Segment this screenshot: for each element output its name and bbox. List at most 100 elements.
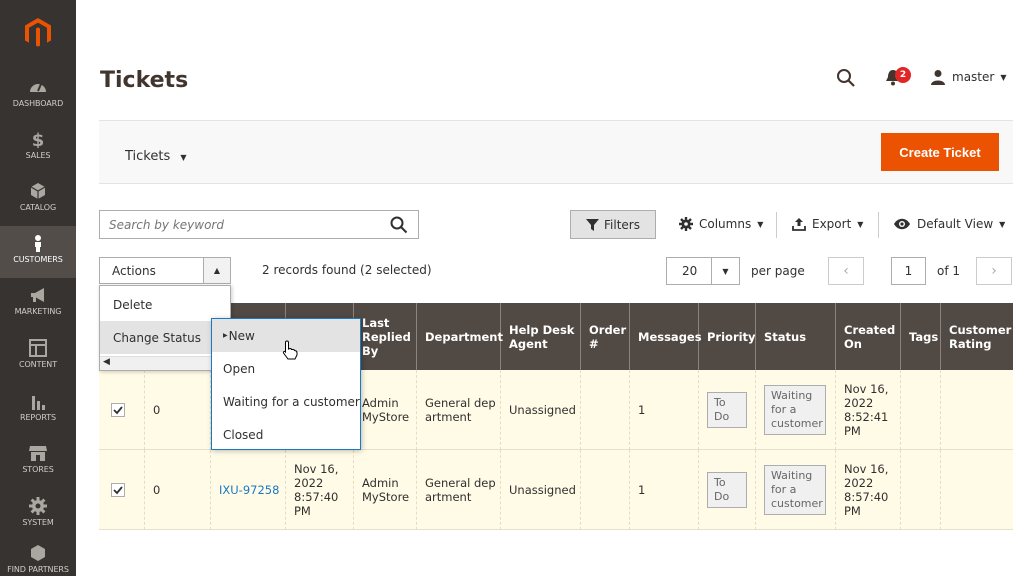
view-dropdown[interactable]: Default View ▼ (893, 217, 1005, 231)
chevron-left-icon: ‹ (843, 263, 849, 279)
page-actions-bar: Tickets ▼ Create Ticket (99, 120, 1013, 184)
col-header-rating[interactable]: Customer Rating (941, 303, 1013, 370)
cell-rating (941, 450, 1013, 530)
prev-page-button[interactable]: ‹ (828, 257, 864, 285)
cell-messages: 1 (630, 370, 699, 450)
nav-catalog[interactable]: CATALOG (0, 174, 76, 226)
nav-stores[interactable]: STORES (0, 436, 76, 488)
caret-down-icon: ▼ (180, 153, 187, 162)
nav-label: STORES (22, 465, 54, 474)
nav-reports[interactable]: REPORTS (0, 384, 76, 436)
nav-label: SYSTEM (22, 518, 54, 527)
nav-label: CATALOG (19, 203, 57, 212)
cell-priority: To Do (699, 370, 756, 450)
cell-messages: 1 (630, 450, 699, 530)
col-header-last-replied[interactable]: Last Replied By (354, 303, 417, 370)
box-icon (31, 545, 45, 561)
columns-label: Columns (699, 217, 752, 231)
per-page-select[interactable]: 20 ▼ (666, 257, 740, 285)
export-label: Export (812, 217, 852, 231)
check-icon (113, 486, 123, 495)
toolbar-divider (776, 212, 777, 238)
nav-dashboard[interactable]: DASHBOARD (0, 70, 76, 122)
user-name: master (952, 70, 995, 84)
cell-department: General dep artment (417, 370, 501, 450)
next-page-button[interactable]: › (976, 257, 1012, 285)
row-select-cell (99, 450, 145, 530)
col-header-priority[interactable]: Priority (699, 303, 756, 370)
nav-customers[interactable]: CUSTOMERS (0, 226, 76, 278)
global-search-icon[interactable] (836, 68, 856, 91)
col-header-tags[interactable]: Tags (901, 303, 941, 370)
cell-agent: Unassigned (501, 370, 581, 450)
create-ticket-button[interactable]: Create Ticket (881, 133, 999, 171)
table-row[interactable]: 0 IXU-97258 Nov 16, 2022 8:57:40 PM Admi… (99, 450, 1013, 530)
cube-icon (30, 183, 46, 199)
nav-label: REPORTS (20, 413, 56, 422)
keyword-search (99, 210, 419, 239)
nav-marketing[interactable]: MARKETING (0, 278, 76, 330)
gear-icon (29, 497, 47, 515)
filters-button[interactable]: Filters (570, 210, 656, 239)
cell-created: Nov 16, 2022 8:57:40 PM (836, 450, 901, 530)
caret-right-icon: ▶ (223, 332, 228, 339)
check-icon (113, 406, 123, 415)
row-checkbox[interactable] (111, 403, 125, 417)
cell-order (581, 450, 630, 530)
status-badge: Waiting for a customer (764, 465, 826, 515)
nav-label: MARKETING (14, 307, 62, 316)
status-option-waiting[interactable]: Waiting for a customer (212, 385, 360, 418)
cell-department: General dep artment (417, 450, 501, 530)
view-label: Default View (917, 217, 994, 231)
col-header-agent[interactable]: Help Desk Agent (501, 303, 581, 370)
nav-content[interactable]: CONTENT (0, 331, 76, 383)
cell-rating (941, 370, 1013, 450)
chevron-right-icon: › (991, 263, 997, 279)
status-option-label: New (228, 328, 255, 343)
admin-sidebar: DASHBOARD $ SALES CATALOG CUSTOMERS MARK… (0, 0, 76, 576)
cell-status: Waiting for a customer (756, 370, 836, 450)
nav-find-partners[interactable]: FIND PARTNERS (0, 540, 76, 576)
caret-down-icon: ▼ (757, 219, 764, 229)
toolbar-divider (878, 212, 879, 238)
gauge-icon (30, 83, 46, 92)
search-icon[interactable] (390, 216, 408, 234)
eye-icon (894, 218, 910, 230)
action-delete[interactable]: Delete (100, 288, 230, 321)
records-count: 2 records found (2 selected) (262, 263, 432, 277)
dollar-icon: $ (32, 130, 45, 148)
magento-logo-icon[interactable] (0, 0, 76, 66)
col-header-created[interactable]: Created On (836, 303, 901, 370)
svg-text:$: $ (32, 130, 45, 148)
nav-label: CUSTOMERS (13, 255, 63, 264)
export-dropdown[interactable]: Export ▼ (792, 217, 863, 231)
nav-sales[interactable]: $ SALES (0, 122, 76, 174)
export-icon (792, 218, 806, 231)
person-icon (35, 235, 41, 252)
col-header-order[interactable]: Order # (581, 303, 630, 370)
user-menu[interactable]: master ▼ (930, 69, 1006, 85)
caret-down-icon: ▼ (711, 258, 739, 284)
cell-agent: Unassigned (501, 450, 581, 530)
col-header-messages[interactable]: Messages (630, 303, 702, 370)
notifications-badge: 2 (895, 67, 911, 83)
filter-icon (586, 218, 599, 231)
caret-up-icon: ▲ (203, 258, 230, 283)
store-switcher[interactable]: Tickets ▼ (125, 149, 187, 164)
cell-code[interactable]: IXU-97258 (211, 450, 286, 530)
page-number-input[interactable]: 1 (891, 257, 926, 285)
caret-down-icon: ▼ (857, 219, 864, 229)
col-header-status[interactable]: Status (756, 303, 836, 370)
store-icon (29, 446, 47, 461)
row-checkbox[interactable] (111, 483, 125, 497)
layout-icon (29, 339, 47, 357)
columns-dropdown[interactable]: Columns ▼ (679, 217, 763, 231)
nav-label: CONTENT (19, 360, 57, 369)
mass-actions-select[interactable]: Actions ▲ (99, 257, 231, 284)
status-option-closed[interactable]: Closed (212, 418, 360, 451)
filters-label: Filters (604, 217, 640, 232)
search-input[interactable] (100, 211, 380, 238)
nav-system[interactable]: SYSTEM (0, 489, 76, 541)
col-header-department[interactable]: Department (417, 303, 503, 370)
chevron-left-icon: ◀ (103, 357, 110, 367)
